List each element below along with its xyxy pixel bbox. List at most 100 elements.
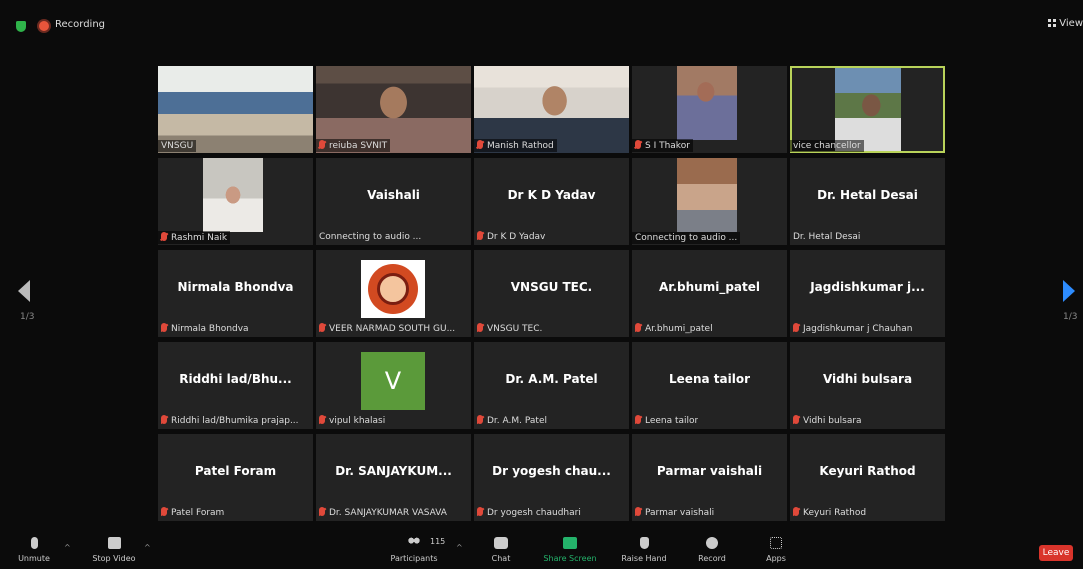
participant-label: S I Thakor	[632, 139, 693, 152]
leave-button[interactable]: Leave	[1039, 545, 1073, 561]
participant-tile[interactable]: Dr K D Yadav Dr K D Yadav	[474, 158, 629, 245]
muted-mic-icon	[319, 140, 325, 149]
video-feed	[677, 158, 737, 232]
participant-label-text: Ar.bhumi_patel	[645, 324, 713, 334]
previous-page-button[interactable]: 1/3	[10, 280, 40, 340]
video-feed	[677, 66, 737, 140]
participant-tile[interactable]: Keyuri Rathod Keyuri Rathod	[790, 434, 945, 521]
participant-name: Dr yogesh chau...	[492, 464, 611, 478]
participant-label-text: VNSGU TEC.	[487, 324, 543, 334]
video-feed	[203, 158, 263, 232]
record-button[interactable]: Record	[692, 537, 732, 563]
participant-tile[interactable]: reiuba SVNIT	[316, 66, 471, 153]
arrow-left-icon	[18, 280, 30, 302]
audio-options-caret[interactable]: ^	[64, 543, 71, 552]
apps-button[interactable]: Apps	[762, 537, 790, 563]
participant-label: Connecting to audio ...	[319, 232, 421, 242]
participant-tile[interactable]: Riddhi lad/Bhu... Riddhi lad/Bhumika praj…	[158, 342, 313, 429]
muted-mic-icon	[477, 231, 483, 240]
participant-gallery: VNSGU reiuba SVNIT Manish Rathod S I Thakor…	[157, 66, 947, 522]
video-feed	[835, 68, 901, 151]
stop-video-label: Stop Video	[92, 554, 136, 563]
participant-label-text: vice chancellor	[793, 141, 861, 151]
participant-label-text: Dr. SANJAYKUMAR VASAVA	[329, 508, 447, 518]
next-page-button[interactable]: 1/3	[1053, 280, 1083, 340]
participant-tile[interactable]: S I Thakor	[632, 66, 787, 153]
participant-tile[interactable]: Connecting to audio ...	[632, 158, 787, 245]
participant-name: Jagdishkumar j...	[810, 280, 925, 294]
participant-tile[interactable]: Leena tailor Leena tailor	[632, 342, 787, 429]
participant-tile[interactable]: Patel Foram Patel Foram	[158, 434, 313, 521]
participant-tile[interactable]: Dr. SANJAYKUM... Dr. SANJAYKUMAR VASAVA	[316, 434, 471, 521]
participant-label: vice chancellor	[790, 140, 864, 152]
participant-tile[interactable]: Manish Rathod	[474, 66, 629, 153]
meeting-toolbar: Unmute ^ Stop Video ^ Participants 115 ^…	[0, 529, 1083, 569]
page-indicator-left: 1/3	[20, 312, 35, 322]
participant-tile[interactable]: Rashmi Naik	[158, 158, 313, 245]
participant-label: Riddhi lad/Bhumika prajap...	[161, 415, 299, 426]
participant-label-text: Nirmala Bhondva	[171, 324, 249, 334]
unmute-label: Unmute	[18, 554, 50, 563]
top-bar: Recording View	[0, 0, 1083, 50]
participant-tile[interactable]: Dr yogesh chau... Dr yogesh chaudhari	[474, 434, 629, 521]
participant-tile[interactable]: VNSGU TEC. VNSGU TEC.	[474, 250, 629, 337]
recording-label: Recording	[55, 19, 106, 30]
stop-video-button[interactable]: Stop Video	[88, 537, 140, 563]
participant-tile[interactable]: Dr. Hetal Desai Dr. Hetal Desai	[790, 158, 945, 245]
participant-name: Vaishali	[367, 188, 420, 202]
arrow-right-icon	[1063, 280, 1075, 302]
participant-label-text: Keyuri Rathod	[803, 508, 867, 518]
chat-icon	[494, 537, 508, 549]
participant-label-text: Dr. A.M. Patel	[487, 416, 547, 426]
participant-label-text: Leena tailor	[645, 416, 699, 426]
muted-mic-icon	[319, 323, 325, 332]
view-button[interactable]: View	[1048, 18, 1083, 29]
participant-tile[interactable]: Vaishali Connecting to audio ...	[316, 158, 471, 245]
participant-label: Dr. SANJAYKUMAR VASAVA	[319, 507, 447, 518]
participant-label: Parmar vaishali	[635, 507, 714, 518]
muted-mic-icon	[319, 415, 325, 424]
participant-name: Dr K D Yadav	[507, 188, 596, 202]
participant-tile[interactable]: Dr. A.M. Patel Dr. A.M. Patel	[474, 342, 629, 429]
muted-mic-icon	[793, 323, 799, 332]
muted-mic-icon	[161, 232, 167, 241]
participant-label-text: Patel Foram	[171, 508, 225, 518]
share-screen-label: Share Screen	[543, 554, 597, 563]
participant-name: Ar.bhumi_patel	[658, 280, 761, 294]
unmute-button[interactable]: Unmute	[14, 537, 54, 563]
participant-name: Parmar vaishali	[656, 464, 763, 478]
participant-label-text: Riddhi lad/Bhumika prajap...	[171, 416, 299, 426]
avatar: V	[361, 352, 425, 410]
participant-label: Patel Foram	[161, 507, 224, 518]
participant-tile[interactable]: Jagdishkumar j... Jagdishkumar j Chauhan	[790, 250, 945, 337]
participant-label-text: reiuba SVNIT	[329, 141, 388, 151]
chat-button[interactable]: Chat	[486, 537, 516, 563]
participant-tile[interactable]: VNSGU	[158, 66, 313, 153]
participant-tile[interactable]: Nirmala Bhondva Nirmala Bhondva	[158, 250, 313, 337]
participant-name: Patel Foram	[194, 464, 277, 478]
participant-tile[interactable]: VEER NARMAD SOUTH GU...	[316, 250, 471, 337]
grid-view-icon	[1048, 19, 1057, 27]
participant-tile[interactable]: vice chancellor	[790, 66, 945, 153]
participants-options-caret[interactable]: ^	[456, 543, 463, 552]
raise-hand-button[interactable]: Raise Hand	[618, 537, 670, 563]
participant-label: Ar.bhumi_patel	[635, 323, 713, 334]
participant-tile[interactable]: Parmar vaishali Parmar vaishali	[632, 434, 787, 521]
participant-label: Vidhi bulsara	[793, 415, 862, 426]
muted-mic-icon	[477, 140, 483, 149]
view-label: View	[1059, 18, 1083, 29]
participant-name: Nirmala Bhondva	[177, 280, 294, 294]
muted-mic-icon	[161, 507, 167, 516]
muted-mic-icon	[477, 415, 483, 424]
share-screen-button[interactable]: Share Screen	[540, 537, 600, 563]
participant-label-text: S I Thakor	[645, 141, 690, 151]
participant-tile[interactable]: Vidhi bulsara Vidhi bulsara	[790, 342, 945, 429]
participant-label: Dr yogesh chaudhari	[477, 507, 581, 518]
university-logo	[361, 260, 425, 318]
participant-tile[interactable]: Vvipul khalasi	[316, 342, 471, 429]
security-shield-icon[interactable]	[16, 21, 26, 32]
video-options-caret[interactable]: ^	[144, 543, 151, 552]
participant-tile[interactable]: Ar.bhumi_patel Ar.bhumi_patel	[632, 250, 787, 337]
muted-mic-icon	[477, 507, 483, 516]
record-icon	[706, 537, 718, 549]
